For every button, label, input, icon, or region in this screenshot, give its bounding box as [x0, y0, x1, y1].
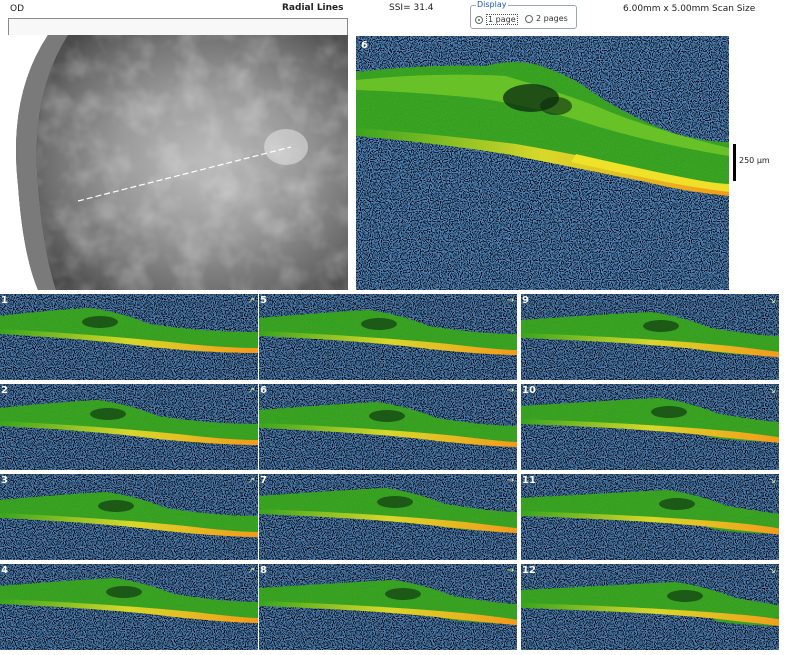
radio-label: 1 page [486, 14, 518, 25]
scan-size-label: 6.00mm x 5.00mm Scan Size [623, 4, 756, 14]
thumbnail-bscan-image [521, 384, 779, 470]
thumbnail-scan-9[interactable]: 9 ↘ [521, 294, 779, 380]
thumbnail-scan-11[interactable]: 11 ↘ [521, 474, 779, 560]
thumbnail-bscan-image [259, 294, 517, 380]
thumbnail-bscan-image [0, 294, 258, 380]
thumbnail-number: 4 [1, 565, 8, 576]
thumbnail-number: 7 [260, 475, 267, 486]
thumbnail-bscan-image [0, 564, 258, 650]
scan-direction-arrow-icon: → [506, 476, 514, 486]
thumbnail-number: 9 [522, 295, 529, 306]
thumbnail-number: 11 [522, 475, 536, 486]
scan-direction-arrow-icon: → [506, 296, 514, 306]
thumbnail-scan-2[interactable]: 2 ↗ [0, 384, 258, 470]
thumbnail-number: 12 [522, 565, 536, 576]
thumbnail-scan-6[interactable]: 6 → [259, 384, 517, 470]
thumbnail-bscan-image [0, 384, 258, 470]
display-legend: Display [476, 0, 508, 9]
eye-label: OD [10, 4, 25, 14]
thumbnail-number: 8 [260, 565, 267, 576]
radio-selected-icon[interactable] [475, 15, 483, 24]
thumbnail-bscan-image [521, 564, 779, 650]
ssi-label: SSI= 31.4 [389, 3, 434, 13]
scan-direction-arrow-icon: → [506, 566, 514, 576]
thumbnail-number: 1 [1, 295, 8, 306]
thumbnail-scan-12[interactable]: 12 ↘ [521, 564, 779, 650]
scan-direction-arrow-icon: ↗ [247, 476, 255, 486]
thumbnail-bscan-image [0, 474, 258, 560]
scan-type-label: Radial Lines [282, 3, 344, 13]
display-option-group: Display 1 page 2 pages [470, 0, 577, 29]
scale-label: 250 µm [739, 156, 770, 165]
thumbnail-number: 3 [1, 475, 8, 486]
thumbnail-scan-4[interactable]: 4 ↗ [0, 564, 258, 650]
scan-direction-arrow-icon: ↘ [768, 476, 776, 486]
radio-label: 2 pages [536, 14, 568, 23]
display-one-page-radio[interactable]: 1 page [475, 14, 518, 25]
thumbnail-number: 6 [260, 385, 267, 396]
radio-unselected-icon[interactable] [525, 14, 533, 23]
thumbnail-number: 5 [260, 295, 267, 306]
main-scan-number: 6 [361, 40, 368, 51]
scan-direction-arrow-icon: ↘ [768, 296, 776, 306]
scan-direction-arrow-icon: → [506, 386, 514, 396]
thumbnail-bscan-image [521, 294, 779, 380]
thumbnail-scan-3[interactable]: 3 ↗ [0, 474, 258, 560]
main-bscan-image[interactable] [356, 36, 729, 290]
scan-direction-arrow-icon: ↗ [247, 566, 255, 576]
scale-bar [733, 144, 736, 181]
thumbnail-bscan-image [521, 474, 779, 560]
thumbnail-scan-10[interactable]: 10 ↘ [521, 384, 779, 470]
thumbnail-bscan-image [259, 564, 517, 650]
thumbnail-scan-7[interactable]: 7 → [259, 474, 517, 560]
scan-direction-arrow-icon: ↘ [768, 386, 776, 396]
scan-direction-arrow-icon: ↗ [247, 386, 255, 396]
thumbnail-number: 2 [1, 385, 8, 396]
thumbnail-bscan-image [259, 384, 517, 470]
scan-direction-arrow-icon: ↗ [247, 296, 255, 306]
display-two-pages-radio[interactable]: 2 pages [525, 14, 568, 23]
thumbnail-scan-5[interactable]: 5 → [259, 294, 517, 380]
scan-direction-arrow-icon: ↘ [768, 566, 776, 576]
thumbnail-bscan-image [259, 474, 517, 560]
fundus-image[interactable] [8, 35, 348, 290]
thumbnail-scan-8[interactable]: 8 → [259, 564, 517, 650]
thumbnail-scan-1[interactable]: 1 ↗ [0, 294, 258, 380]
thumbnail-number: 10 [522, 385, 536, 396]
